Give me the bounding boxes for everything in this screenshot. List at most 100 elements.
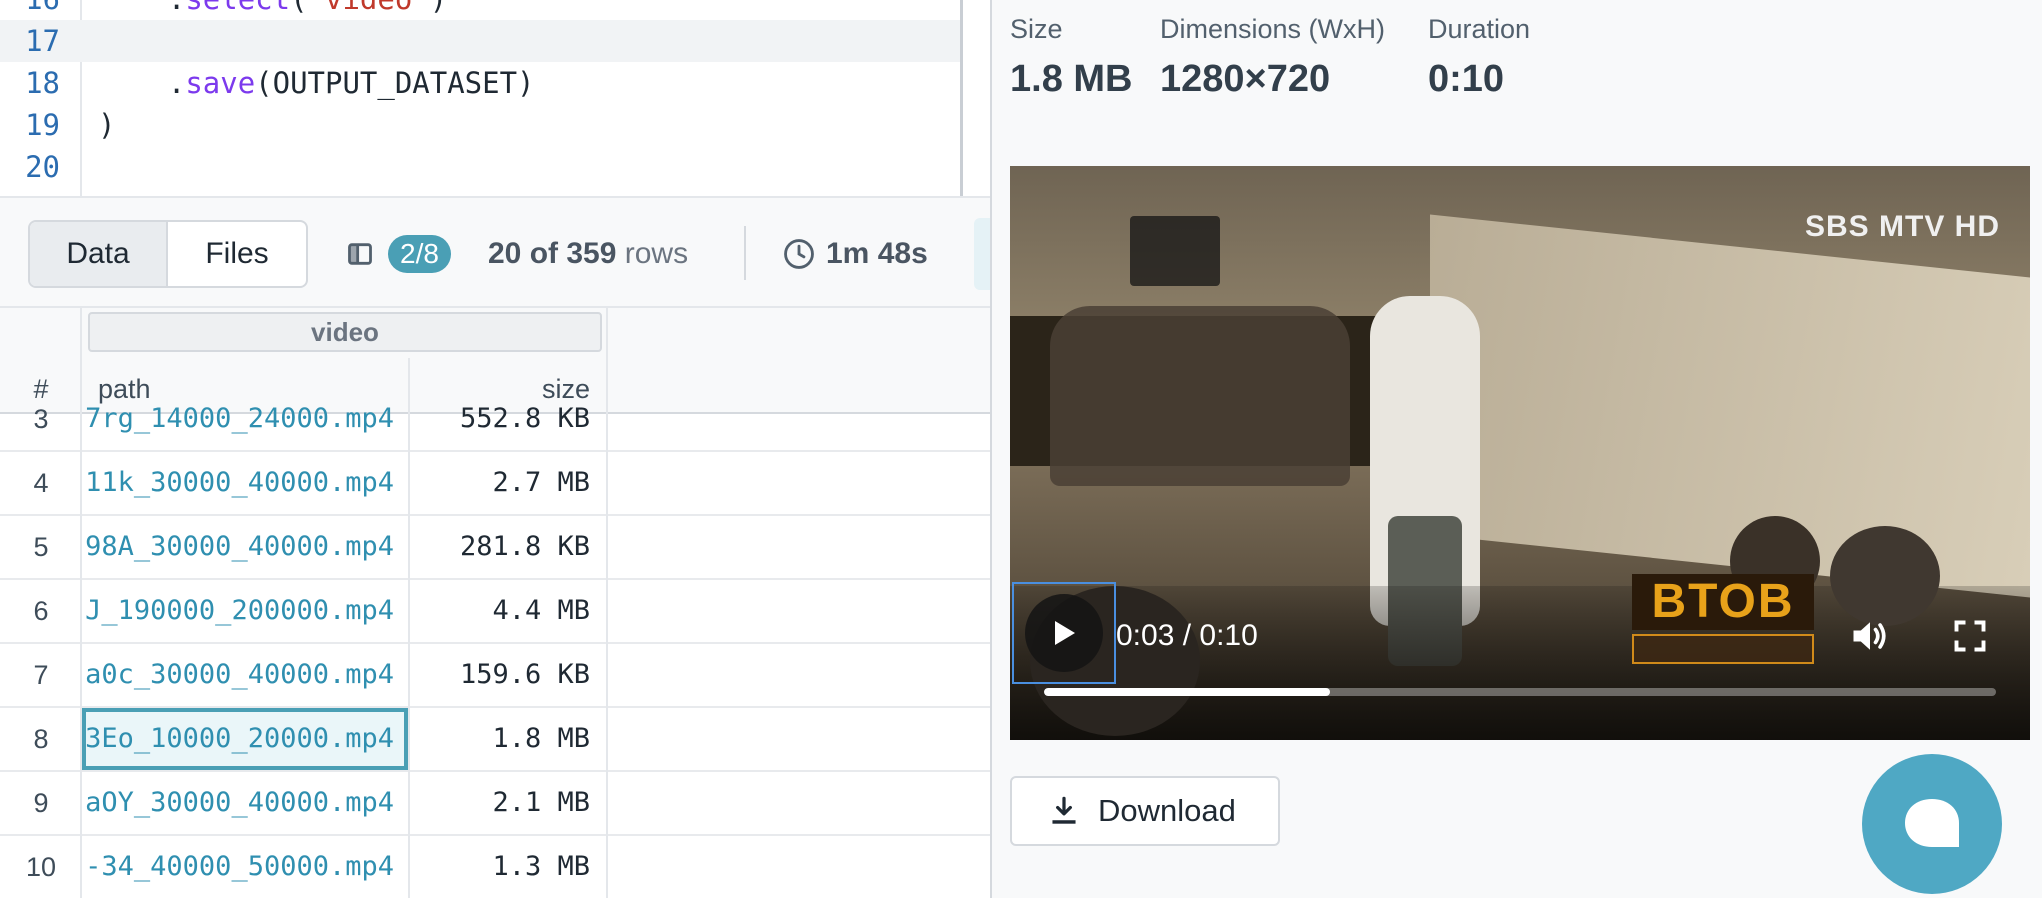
cell-size-text: 552.8 KB xyxy=(459,403,590,434)
table-row[interactable]: 6 J_190000_200000.mp4 4.4 MB xyxy=(0,580,992,644)
cell-size: 281.8 KB xyxy=(410,516,590,578)
tab-files[interactable]: Files xyxy=(168,222,306,286)
row-index: 10 xyxy=(0,836,82,898)
line-number: 18 xyxy=(25,66,60,100)
row-index-text: 6 xyxy=(33,596,49,626)
cell-size: 552.8 KB xyxy=(410,388,590,450)
rows-count-suffix: rows xyxy=(616,237,689,270)
video-progress-bar[interactable] xyxy=(1044,688,1996,696)
code-line[interactable]: 18 .save(OUTPUT_DATASET) xyxy=(0,62,962,104)
code-line[interactable]: 17 xyxy=(0,20,962,62)
line-number: 20 xyxy=(25,150,60,184)
row-index-text: 7 xyxy=(33,660,49,690)
video-frame-wall xyxy=(1430,214,2030,598)
cell-path[interactable]: J_190000_200000.mp4 xyxy=(82,580,408,642)
code-line[interactable]: 16 .select("video") xyxy=(0,0,962,20)
code-token: (OUTPUT_DATASET) xyxy=(255,66,535,100)
table-row[interactable]: 10 -34_40000_50000.mp4 1.3 MB xyxy=(0,836,992,898)
editor-scrollbar[interactable] xyxy=(960,0,963,196)
code-text: .select("video") xyxy=(98,0,447,20)
cell-path[interactable]: 98A_30000_40000.mp4 xyxy=(82,516,408,578)
code-token: "video" xyxy=(308,0,430,16)
meta-duration: Duration 0:10 xyxy=(1428,12,1530,104)
cell-path-text: a0c_30000_40000.mp4 xyxy=(85,659,394,690)
meta-size-value: 1.8 MB xyxy=(1010,58,1133,100)
cell-path[interactable]: 11k_30000_40000.mp4 xyxy=(82,452,408,514)
cell-size-text: 159.6 KB xyxy=(459,659,590,690)
columns-badge: 2/8 xyxy=(388,235,451,273)
cell-path[interactable]: -34_40000_50000.mp4 xyxy=(82,836,408,898)
video-frame-subtitle-box xyxy=(1632,634,1814,664)
cell-size-text: 1.3 MB xyxy=(492,851,590,882)
chat-launcher-button[interactable] xyxy=(1862,754,2002,894)
view-toggle: Data Files xyxy=(28,220,308,288)
chat-icon xyxy=(1905,799,1959,847)
cell-path[interactable]: 3Eo_10000_20000.mp4 xyxy=(82,708,408,770)
row-index: 6 xyxy=(0,580,82,642)
download-icon xyxy=(1052,796,1076,824)
volume-icon[interactable] xyxy=(1848,614,1892,658)
code-editor[interactable]: 16 .select("video") 17 18 .save(OUTPUT_DAT… xyxy=(0,0,992,196)
meta-dimensions-label: Dimensions (WxH) xyxy=(1160,14,1386,44)
meta-size-label: Size xyxy=(1010,14,1063,44)
clock-icon xyxy=(784,239,814,269)
video-frame-head xyxy=(1830,526,1940,626)
elapsed-time: 1m 48s xyxy=(782,234,928,274)
columns-icon xyxy=(348,243,372,265)
play-icon xyxy=(1055,621,1075,645)
data-table: video # path size 3 7rg_14000_24000.mp4 55… xyxy=(0,308,992,898)
code-token: ) xyxy=(430,0,447,16)
tab-data[interactable]: Data xyxy=(30,222,168,286)
line-number: 16 xyxy=(0,0,60,20)
row-index-text: 5 xyxy=(33,532,49,562)
table-row[interactable]: 8 3Eo_10000_20000.mp4 1.8 MB xyxy=(0,708,992,772)
play-button[interactable] xyxy=(1012,582,1116,684)
cell-path[interactable]: a0c_30000_40000.mp4 xyxy=(82,644,408,706)
cell-size-text: 2.1 MB xyxy=(492,787,590,818)
cell-size-text: 1.8 MB xyxy=(492,723,590,754)
table-row[interactable]: 4 11k_30000_40000.mp4 2.7 MB xyxy=(0,452,992,516)
video-frame-caption xyxy=(1130,216,1220,286)
column-group-header: video xyxy=(88,312,602,352)
cell-path[interactable]: aOY_30000_40000.mp4 xyxy=(82,772,408,834)
row-index-text: 4 xyxy=(33,468,49,498)
row-index: 3 xyxy=(0,388,82,450)
video-frame-crowd xyxy=(1050,306,1350,486)
cell-path[interactable]: 7rg_14000_24000.mp4 xyxy=(82,388,408,450)
code-line[interactable]: 19) xyxy=(0,104,962,146)
fullscreen-icon[interactable] xyxy=(1952,618,1988,654)
code-token: ) xyxy=(98,108,116,142)
cell-path-text: J_190000_200000.mp4 xyxy=(85,595,394,626)
row-index: 8 xyxy=(0,708,82,770)
table-row[interactable]: 7 a0c_30000_40000.mp4 159.6 KB xyxy=(0,644,992,708)
code-text: ) xyxy=(98,104,115,146)
table-row[interactable]: 9 aOY_30000_40000.mp4 2.1 MB xyxy=(0,772,992,836)
cell-size: 2.1 MB xyxy=(410,772,590,834)
download-button[interactable]: Download xyxy=(1010,776,1280,846)
meta-duration-label: Duration xyxy=(1428,14,1531,44)
cell-path-text: 98A_30000_40000.mp4 xyxy=(85,531,394,562)
rows-count: 20 of 359 rows xyxy=(488,234,688,274)
columns-selector[interactable]: 2/8 xyxy=(346,234,451,274)
meta-dimensions: Dimensions (WxH) 1280×720 xyxy=(1160,12,1385,104)
cell-size: 159.6 KB xyxy=(410,644,590,706)
line-number: 17 xyxy=(25,24,60,58)
code-line[interactable]: 20 xyxy=(0,146,962,188)
toolbar-divider xyxy=(744,226,746,280)
cell-path-text: -34_40000_50000.mp4 xyxy=(85,851,394,882)
results-toolbar: Data Files 2/8 20 of 359 rows 1m 48s xyxy=(0,196,992,308)
cell-size-text: 281.8 KB xyxy=(459,531,590,562)
cell-size-text: 4.4 MB xyxy=(492,595,590,626)
cell-path-text: aOY_30000_40000.mp4 xyxy=(85,787,394,818)
row-index: 9 xyxy=(0,772,82,834)
table-row[interactable]: 3 7rg_14000_24000.mp4 552.8 KB xyxy=(0,388,992,452)
download-label: Download xyxy=(1098,793,1236,828)
table-row[interactable]: 5 98A_30000_40000.mp4 281.8 KB xyxy=(0,516,992,580)
code-token: select xyxy=(185,0,290,16)
broadcast-logo: SBS MTV HD xyxy=(1804,210,2000,243)
rows-count-value: 20 of 359 xyxy=(488,237,617,270)
video-player[interactable]: SBS MTV HD BTOB 0:03 / 0:10 xyxy=(1010,166,2030,740)
cell-size: 1.8 MB xyxy=(410,708,590,770)
cell-path-text: 11k_30000_40000.mp4 xyxy=(85,467,394,498)
video-time-display: 0:03 / 0:10 xyxy=(1116,619,1258,652)
